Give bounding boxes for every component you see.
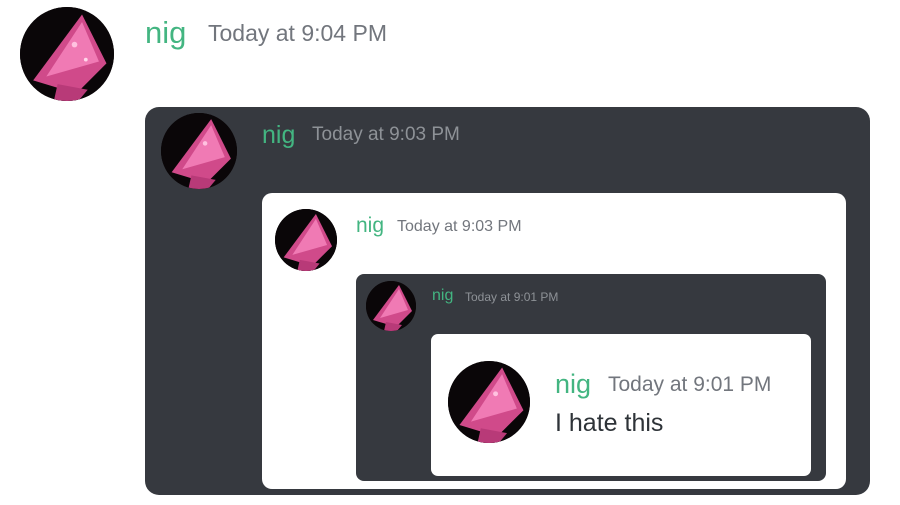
username[interactable]: nig (555, 371, 591, 398)
avatar-4[interactable] (448, 361, 530, 443)
avatar-2[interactable] (275, 209, 337, 271)
username[interactable]: nig (262, 123, 295, 148)
avatar-icon (448, 361, 530, 443)
avatar-1[interactable] (161, 113, 237, 189)
username[interactable]: nig (432, 288, 453, 304)
avatar-3[interactable] (366, 281, 416, 331)
timestamp: Today at 9:03 PM (397, 218, 522, 235)
avatar-0[interactable] (20, 7, 114, 101)
message-text: I hate this (555, 409, 664, 437)
timestamp: Today at 9:03 PM (312, 124, 460, 145)
username[interactable]: nig (145, 17, 186, 48)
timestamp: Today at 9:01 PM (608, 373, 772, 396)
avatar-icon (20, 7, 114, 101)
avatar-icon (366, 281, 416, 331)
timestamp: Today at 9:01 PM (465, 290, 559, 304)
avatar-icon (161, 113, 237, 189)
avatar-icon (275, 209, 337, 271)
timestamp: Today at 9:04 PM (208, 20, 387, 46)
username[interactable]: nig (356, 215, 384, 236)
